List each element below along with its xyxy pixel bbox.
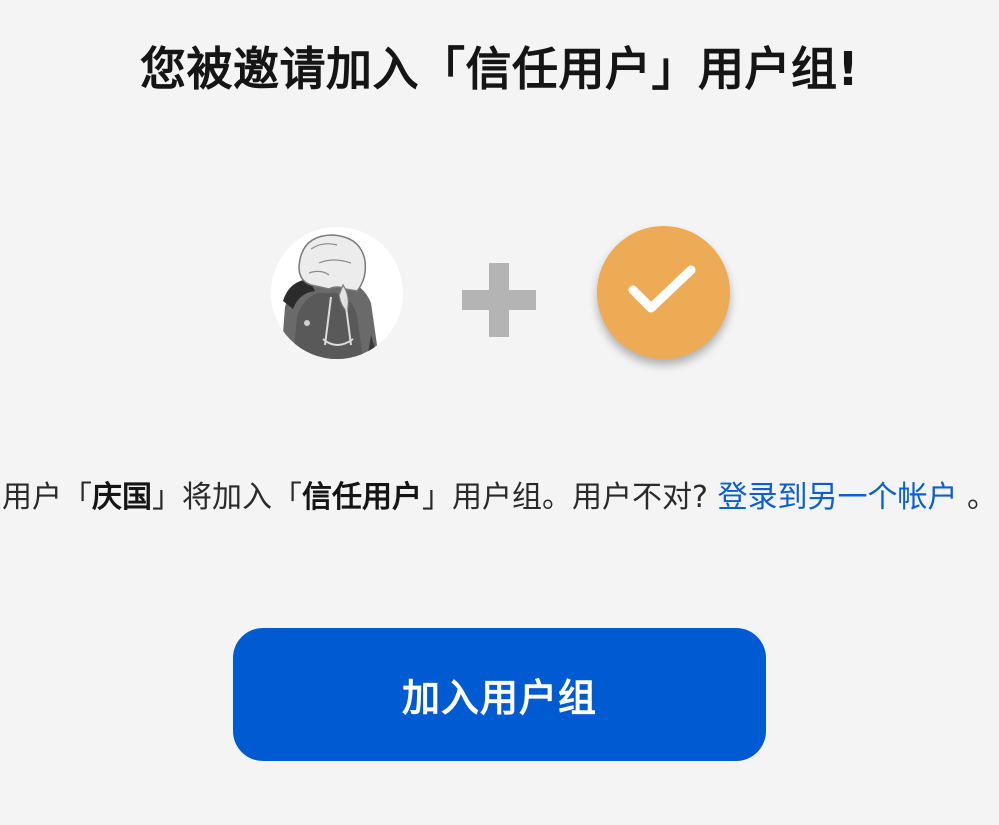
anime-hooded-girl-icon (271, 227, 403, 359)
switch-account-link[interactable]: 登录到另一个帐户 (717, 480, 957, 515)
check-icon (628, 265, 696, 313)
group-name: 信任用户 (301, 480, 422, 515)
group-badge (597, 226, 730, 359)
message-suffix: 」用户组。用户不对? (421, 480, 708, 515)
message-middle: 」将加入「 (151, 480, 302, 515)
plus-icon (462, 263, 536, 337)
page-title: 您被邀请加入「信任用户」用户组! (140, 42, 859, 96)
join-group-button[interactable]: 加入用户组 (233, 628, 766, 761)
message-prefix: 用户「 (1, 480, 92, 515)
user-avatar (271, 227, 403, 359)
invite-message: 用户「庆国」将加入「信任用户」用户组。用户不对? 登录到另一个帐户 。 (0, 472, 999, 524)
message-end: 。 (967, 480, 998, 515)
username: 庆国 (91, 480, 152, 515)
